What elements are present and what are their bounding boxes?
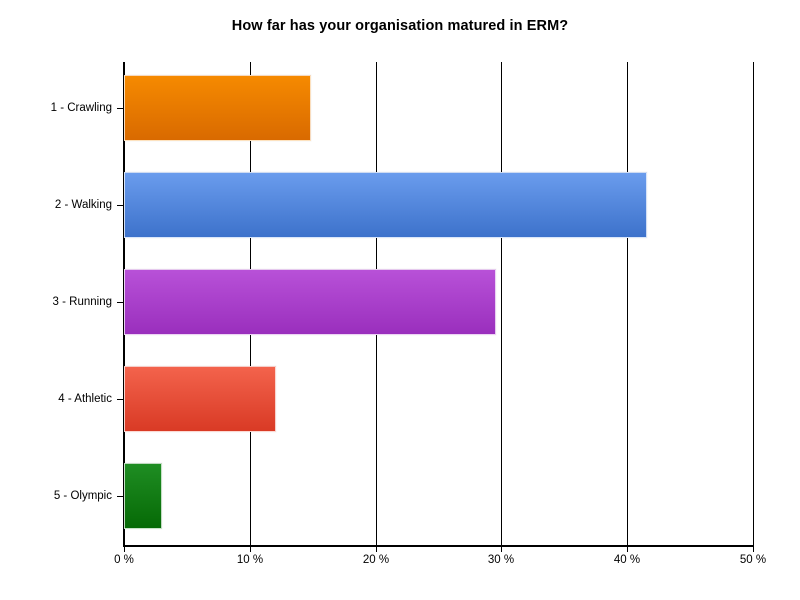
plot-area bbox=[124, 62, 753, 546]
bar-4[interactable] bbox=[124, 366, 276, 432]
x-axis-label: 20 % bbox=[362, 554, 390, 566]
y-axis-label-4: 4 - Athletic bbox=[58, 393, 112, 405]
bar-chart: How far has your organisation matured in… bbox=[0, 0, 800, 600]
bar-1[interactable] bbox=[124, 75, 311, 141]
x-axis-label: 10 % bbox=[236, 554, 264, 566]
x-tick-mark bbox=[124, 546, 125, 552]
bar-5[interactable] bbox=[124, 463, 162, 529]
x-tick-mark bbox=[627, 546, 628, 552]
x-axis-label: 0 % bbox=[114, 554, 134, 566]
bar-3[interactable] bbox=[124, 269, 496, 335]
x-axis-label: 50 % bbox=[739, 554, 767, 566]
x-tick-mark bbox=[376, 546, 377, 552]
gridline-50% bbox=[753, 62, 754, 546]
y-axis-label-1: 1 - Crawling bbox=[50, 102, 112, 114]
y-axis-label-5: 5 - Olympic bbox=[53, 490, 112, 502]
x-tick-mark bbox=[501, 546, 502, 552]
chart-title: How far has your organisation matured in… bbox=[231, 18, 569, 34]
y-axis-label-2: 2 - Walking bbox=[54, 199, 112, 211]
x-axis-label: 40 % bbox=[613, 554, 641, 566]
y-axis-label-3: 3 - Running bbox=[52, 296, 112, 308]
x-axis-label: 30 % bbox=[487, 554, 515, 566]
bar-2[interactable] bbox=[124, 172, 647, 238]
x-tick-mark bbox=[250, 546, 251, 552]
x-tick-mark bbox=[753, 546, 754, 552]
